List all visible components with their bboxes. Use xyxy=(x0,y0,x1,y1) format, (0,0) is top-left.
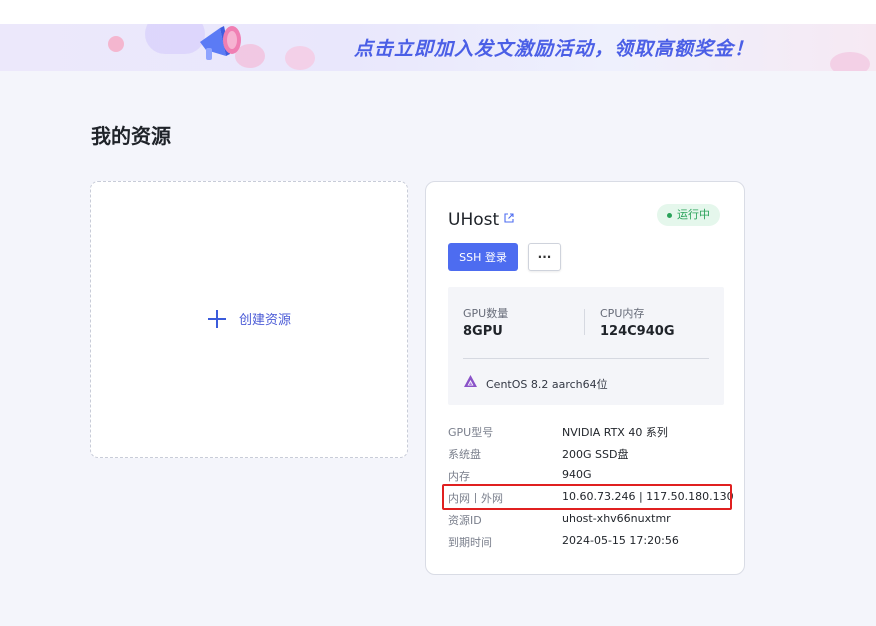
external-link-icon[interactable] xyxy=(503,212,515,224)
os-label: CentOS 8.2 aarch64位 xyxy=(486,378,608,391)
megaphone-icon xyxy=(200,26,241,60)
centos-icon xyxy=(464,375,477,387)
detail-value: NVIDIA RTX 40 系列 xyxy=(562,426,668,439)
ssh-login-button[interactable]: SSH 登录 xyxy=(448,243,518,271)
detail-row-resource-id: 资源ID uhost-xhv66nuxtmr xyxy=(448,512,738,530)
gpu-count-label: GPU数量 xyxy=(463,307,509,320)
cpu-memory-label: CPU内存 xyxy=(600,307,645,320)
more-options-button[interactable]: ··· xyxy=(528,243,561,271)
top-bar xyxy=(0,0,876,24)
detail-key: 资源ID xyxy=(448,514,482,527)
host-name[interactable]: UHost xyxy=(448,210,499,230)
gpu-count-value: 8GPU xyxy=(463,324,503,339)
status-label: 运行中 xyxy=(677,208,710,221)
decorative-bubble xyxy=(285,46,315,70)
detail-key: 到期时间 xyxy=(448,536,492,549)
status-dot-icon xyxy=(667,212,672,218)
detail-value: 940G xyxy=(562,468,592,481)
create-resource-card[interactable]: 创建资源 xyxy=(90,181,408,458)
detail-value: 200G SSD盘 xyxy=(562,448,629,461)
network-highlight-box xyxy=(442,484,732,510)
detail-row-system-disk: 系统盘 200G SSD盘 xyxy=(448,446,738,464)
detail-key: GPU型号 xyxy=(448,426,494,439)
spec-divider xyxy=(463,358,709,359)
detail-key: 系统盘 xyxy=(448,448,481,461)
decorative-bubble xyxy=(830,52,870,71)
detail-row-gpu-model: GPU型号 NVIDIA RTX 40 系列 xyxy=(448,424,738,442)
banner-text[interactable]: 点击立即加入发文激励活动，领取高额奖金！ xyxy=(354,34,754,61)
detail-value[interactable]: uhost-xhv66nuxtmr xyxy=(562,512,671,525)
create-resource-label[interactable]: 创建资源 xyxy=(239,309,291,328)
uhost-resource-card: UHost 运行中 SSH 登录 ··· GPU数量 8GPU CPU内存 12… xyxy=(425,181,745,575)
detail-value: 2024-05-15 17:20:56 xyxy=(562,534,679,547)
spec-divider xyxy=(584,309,585,335)
detail-row-expiry: 到期时间 2024-05-15 17:20:56 xyxy=(448,534,738,552)
decorative-bubble xyxy=(108,36,124,52)
status-badge: 运行中 xyxy=(657,204,720,226)
cpu-memory-value: 124C940G xyxy=(600,324,675,339)
plus-icon xyxy=(207,309,227,329)
spec-panel: GPU数量 8GPU CPU内存 124C940G CentOS 8.2 aar… xyxy=(448,287,724,405)
promo-banner[interactable]: 点击立即加入发文激励活动，领取高额奖金！ xyxy=(0,24,876,71)
detail-key: 内存 xyxy=(448,470,470,483)
page-title: 我的资源 xyxy=(91,124,171,148)
